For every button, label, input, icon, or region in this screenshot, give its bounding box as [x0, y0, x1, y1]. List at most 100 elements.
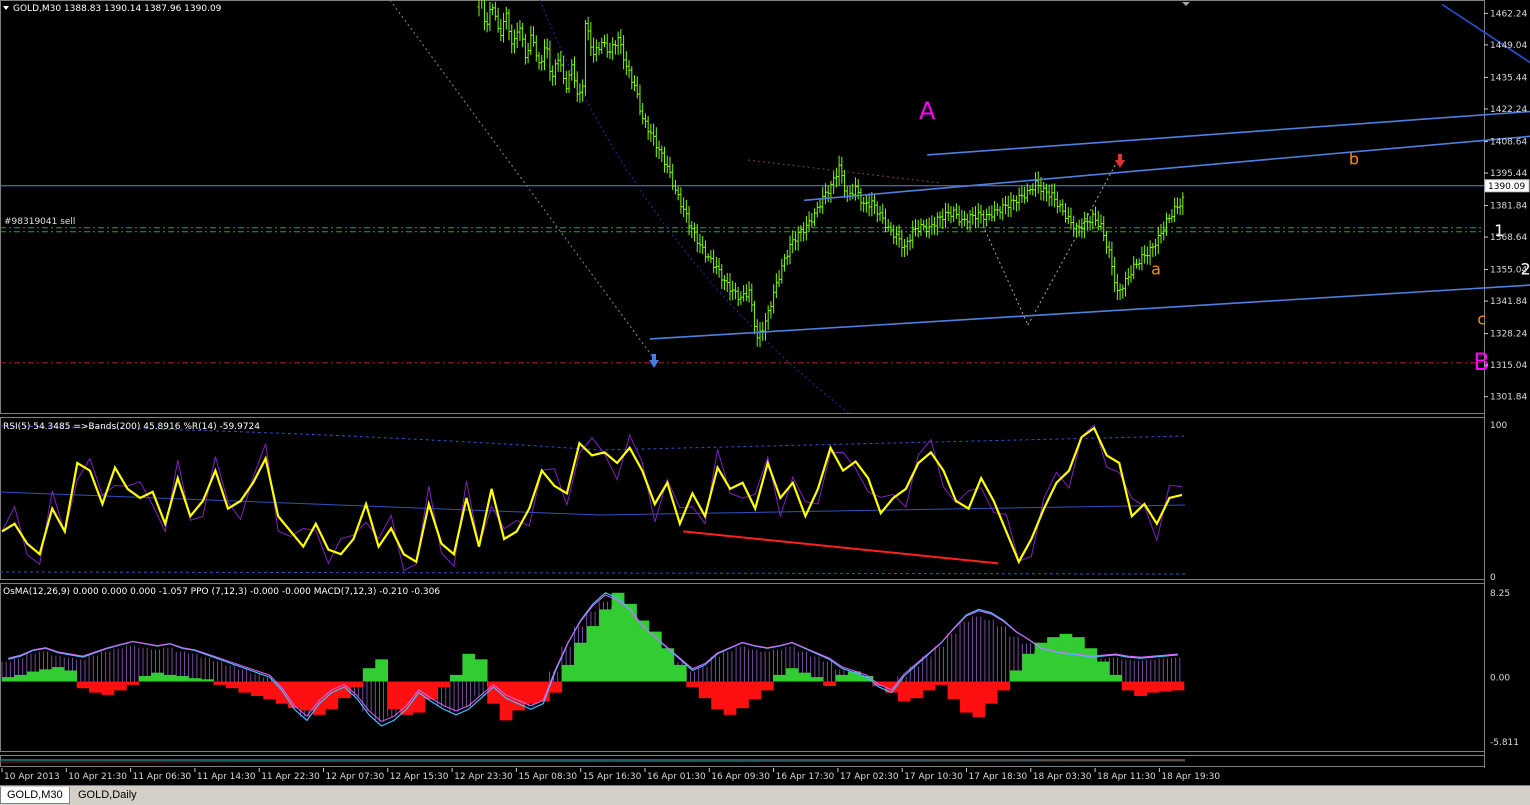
time-tick-label: 12 Apr 07:30 [326, 772, 385, 782]
osma-bar [748, 681, 762, 700]
osma-bar [151, 672, 165, 682]
time-tick-label: 11 Apr 06:30 [133, 772, 192, 782]
rsi-tick-label: 100 [1490, 421, 1507, 431]
osma-bar [288, 681, 301, 709]
wave-label: c [1477, 310, 1486, 329]
price-tick-label: 1355.04 [1490, 266, 1527, 276]
time-tick-label: 12 Apr 15:30 [390, 772, 449, 782]
time-tick-label: 18 Apr 19:30 [1161, 772, 1220, 782]
osma-bar [997, 681, 1011, 691]
osma-bar [1146, 681, 1160, 693]
price-tick-label: 1395.44 [1490, 169, 1527, 179]
time-tick-label: 15 Apr 08:30 [518, 772, 577, 782]
order-label: #98319041 sell [4, 217, 75, 227]
osma-bar [760, 681, 774, 691]
osma-bar [673, 664, 687, 682]
osma-bar [337, 681, 351, 699]
osma-bar [984, 681, 998, 704]
osma-bar [474, 659, 488, 682]
time-tick-label: 15 Apr 16:30 [583, 772, 642, 782]
osma-bar [113, 681, 127, 691]
macd-title: OsMA(12,26,9) 0.000 0.000 0.000 -1.057 P… [3, 587, 440, 597]
osma-bar [1121, 681, 1135, 691]
osma-bar [325, 681, 339, 710]
osma-bar [611, 592, 625, 682]
osma-bar [412, 681, 426, 713]
osma-bar [1047, 637, 1060, 682]
wave-label: B [1473, 348, 1489, 376]
time-tick-label: 10 Apr 2013 [4, 772, 60, 782]
macd-tick-label: 8.25 [1490, 589, 1510, 599]
osma-bar [263, 681, 277, 700]
main-title: GOLD,M30 1388.83 1390.14 1387.96 1390.09 [13, 4, 222, 14]
osma-bar [1109, 674, 1123, 682]
tab-gold-m30[interactable]: GOLD,M30 [0, 787, 70, 804]
osma-bar [250, 681, 264, 696]
rsi-tick-label: 0 [1490, 573, 1496, 583]
price-tick-label: 1408.64 [1490, 137, 1527, 147]
osma-bar [51, 667, 65, 682]
time-tick-label: 16 Apr 09:30 [711, 772, 770, 782]
osma-bar [499, 681, 513, 721]
osma-bar [1096, 661, 1110, 682]
osma-bar [972, 681, 986, 718]
time-tick-label: 17 Apr 02:30 [840, 772, 899, 782]
osma-bar [910, 681, 924, 699]
time-tick-label: 11 Apr 22:30 [261, 772, 320, 782]
osma-bar [300, 681, 314, 711]
time-tick-label: 16 Apr 17:30 [776, 772, 835, 782]
time-tick-label: 11 Apr 14:30 [197, 772, 256, 782]
price-tick-label: 1381.84 [1490, 201, 1527, 211]
rsi-title: RSI(5) 54.3485 =>Bands(200) 45.8916 %R(1… [3, 422, 260, 432]
osma-bar [449, 674, 463, 682]
osma-bar [26, 671, 40, 682]
price-tick-label: 1328.24 [1490, 330, 1527, 340]
osma-bar [126, 681, 140, 685]
osma-bar [648, 631, 662, 682]
osma-bar [89, 681, 102, 693]
wave-label: b [1349, 149, 1359, 168]
osma-bar [176, 675, 189, 682]
osma-bar [823, 681, 836, 686]
tab-gold-daily[interactable]: GOLD,Daily [72, 787, 146, 804]
osma-bar [225, 681, 239, 689]
osma-bar [39, 669, 53, 682]
osma-bar [661, 648, 675, 682]
osma-bar [238, 681, 252, 693]
osma-bar [1072, 637, 1085, 682]
osma-bar [213, 681, 227, 685]
time-tick-label: 16 Apr 01:30 [647, 772, 706, 782]
osma-bar [201, 679, 214, 682]
time-tick-label: 17 Apr 10:30 [904, 772, 963, 782]
osma-bar [561, 664, 575, 682]
price-tick-label: 1301.84 [1490, 393, 1527, 403]
osma-bar [425, 681, 438, 700]
osma-bar [524, 681, 538, 704]
osma-bar [711, 681, 724, 710]
osma-bar [188, 678, 202, 682]
price-tick-label: 1315.04 [1490, 361, 1527, 371]
price-tick-label: 1435.44 [1490, 73, 1527, 83]
osma-bar [736, 681, 749, 709]
osma-bar [1159, 681, 1172, 692]
osma-bar [947, 681, 961, 700]
price-tick-label: 1422.24 [1490, 105, 1527, 115]
osma-bar [163, 674, 177, 682]
osma-bar [1009, 670, 1023, 682]
osma-bar [64, 670, 77, 682]
osma-bar [798, 672, 812, 682]
osma-bar [773, 674, 787, 682]
osma-bar [935, 681, 948, 685]
osma-bar [574, 642, 588, 682]
osma-bar [275, 681, 289, 704]
osma-bar [785, 668, 799, 682]
price-tick-label: 1341.84 [1490, 297, 1527, 307]
osma-bar [835, 674, 849, 682]
wave-label: A [919, 97, 936, 125]
current-price-label: 1390.09 [1488, 182, 1525, 192]
osma-bar [1059, 633, 1073, 682]
time-tick-label: 18 Apr 11:30 [1097, 772, 1156, 782]
osma-bar [1022, 653, 1035, 682]
osma-bar [810, 677, 824, 682]
osma-bar [2, 677, 15, 682]
